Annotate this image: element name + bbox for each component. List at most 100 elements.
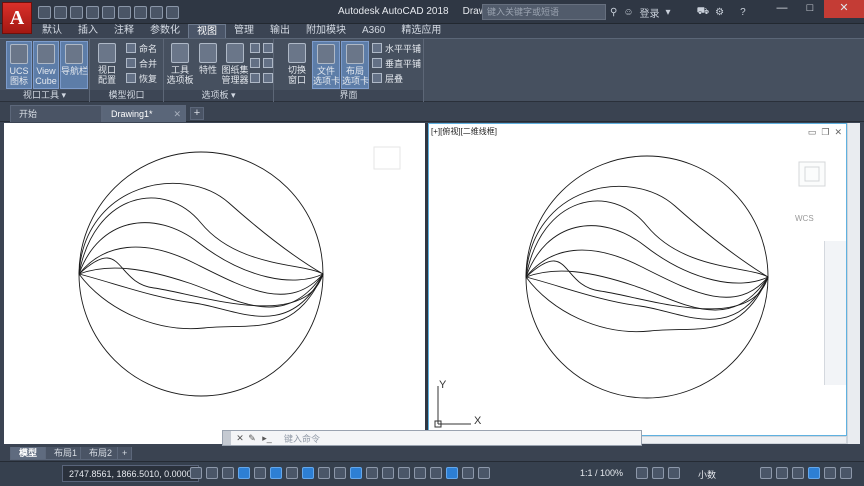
tab-featured-apps[interactable]: 精选应用 bbox=[393, 24, 449, 38]
command-wrench-icon[interactable]: ✎ bbox=[246, 433, 258, 444]
panel-title-viewport-tools[interactable]: 视口工具 ▾ bbox=[0, 90, 89, 101]
tile-vertical-button[interactable]: 垂直平铺 bbox=[372, 56, 421, 70]
coordinate-readout[interactable]: 2747.8561, 1866.5010, 0.0000 bbox=[62, 465, 199, 482]
close-tab-icon[interactable]: ✕ bbox=[173, 106, 181, 122]
units-selector[interactable]: 小数 bbox=[698, 468, 716, 481]
layout-tabs-button[interactable]: 布局 选项卡 bbox=[341, 41, 369, 89]
command-prompt-icon[interactable]: ▸_ bbox=[258, 433, 276, 444]
cascade-button[interactable]: 层叠 bbox=[372, 71, 403, 85]
tab-drawing1[interactable]: Drawing1* ✕ bbox=[102, 105, 186, 122]
transparency-icon[interactable] bbox=[350, 467, 362, 479]
quick-properties-icon[interactable] bbox=[760, 467, 772, 479]
tab-layout2[interactable]: 布局2 bbox=[80, 447, 122, 460]
vertical-scrollbar[interactable] bbox=[847, 123, 860, 444]
tab-output[interactable]: 输出 bbox=[262, 24, 298, 38]
add-layout-button[interactable]: + bbox=[117, 447, 133, 460]
selection-filter-icon[interactable] bbox=[414, 467, 426, 479]
lock-ui-icon[interactable] bbox=[776, 467, 788, 479]
palette-small-3[interactable] bbox=[250, 71, 273, 85]
maximize-button[interactable]: □ bbox=[796, 0, 824, 18]
tab-start[interactable]: 开始 bbox=[10, 105, 102, 122]
navigation-bar-button[interactable]: 导航栏 bbox=[60, 41, 88, 89]
join-viewports-button[interactable]: 合并 bbox=[126, 56, 157, 70]
binoculars-icon[interactable]: ⚲ bbox=[610, 7, 617, 18]
selection-cycling-icon[interactable] bbox=[366, 467, 378, 479]
auto-scale-icon[interactable] bbox=[462, 467, 474, 479]
clean-screen-icon[interactable] bbox=[824, 467, 836, 479]
search-input[interactable]: 键入关键字或短语 bbox=[482, 4, 606, 20]
viewport-config-button[interactable]: 视口 配置 bbox=[94, 41, 120, 89]
dynamic-ucs-icon[interactable] bbox=[398, 467, 410, 479]
tool-palettes-button[interactable]: 工具 选项板 bbox=[166, 41, 194, 89]
command-line[interactable]: ✕ ✎ ▸_ 键入命令 bbox=[222, 430, 642, 446]
lineweight-icon[interactable] bbox=[334, 467, 346, 479]
close-button[interactable]: ✕ bbox=[824, 0, 864, 18]
annotation-scale-icon[interactable] bbox=[478, 467, 490, 479]
viewcube-button[interactable]: View Cube bbox=[33, 41, 59, 89]
workspace-gear-icon[interactable] bbox=[636, 467, 648, 479]
tile-horizontal-button[interactable]: 水平平铺 bbox=[372, 41, 421, 55]
hardware-acceleration-icon[interactable] bbox=[808, 467, 820, 479]
panel-title-palettes[interactable]: 选项板 ▾ bbox=[164, 90, 273, 101]
cart-icon[interactable]: ⛟ bbox=[697, 6, 710, 19]
undo-icon[interactable] bbox=[118, 5, 131, 19]
annotation-visibility-icon[interactable] bbox=[446, 467, 458, 479]
object-snap-tracking-icon[interactable] bbox=[302, 467, 314, 479]
tab-view[interactable]: 视图 bbox=[188, 24, 226, 38]
annotation-scale[interactable]: 1:1 / 100% bbox=[580, 468, 623, 478]
ortho-icon[interactable] bbox=[254, 467, 266, 479]
minimize-button[interactable]: — bbox=[768, 0, 796, 18]
login-link[interactable]: 登录 bbox=[640, 5, 660, 20]
viewcube[interactable] bbox=[798, 161, 826, 187]
tab-default[interactable]: 默认 bbox=[34, 24, 70, 38]
tab-insert[interactable]: 插入 bbox=[70, 24, 106, 38]
file-tabs-button[interactable]: 文件 选项卡 bbox=[312, 41, 340, 89]
save-as-icon[interactable] bbox=[86, 5, 99, 19]
open-file-icon[interactable] bbox=[54, 5, 67, 19]
viewport-right-active[interactable]: [+][俯视][二维线框] ▭ ❐ ✕ Y X WCS bbox=[428, 123, 847, 436]
navigation-bar[interactable] bbox=[824, 241, 846, 385]
ucs-icon-button[interactable]: UCS 图标 bbox=[6, 41, 32, 89]
dynamic-input-icon[interactable] bbox=[238, 467, 250, 479]
save-icon[interactable] bbox=[70, 5, 83, 19]
infer-icon[interactable] bbox=[222, 467, 234, 479]
snap-icon[interactable] bbox=[206, 467, 218, 479]
command-input[interactable]: 键入命令 bbox=[284, 432, 320, 445]
tab-addins[interactable]: 附加模块 bbox=[298, 24, 354, 38]
command-close-icon[interactable]: ✕ bbox=[234, 433, 246, 444]
new-tab-button[interactable]: + bbox=[190, 107, 204, 120]
osnap-icon[interactable] bbox=[318, 467, 330, 479]
gizmo-icon[interactable] bbox=[430, 467, 442, 479]
polar-icon[interactable] bbox=[270, 467, 282, 479]
restore-viewports-button[interactable]: 恢复 bbox=[126, 71, 157, 85]
isolate-objects-icon[interactable] bbox=[792, 467, 804, 479]
tab-parametric[interactable]: 参数化 bbox=[142, 24, 188, 38]
help-icon[interactable]: ? bbox=[740, 7, 746, 18]
autodesk-app-icon[interactable]: ⚙ bbox=[715, 7, 724, 18]
grid-icon[interactable] bbox=[190, 467, 202, 479]
3d-osnap-icon[interactable] bbox=[382, 467, 394, 479]
command-grip-icon[interactable] bbox=[223, 431, 231, 445]
sheet-set-manager-button[interactable]: 图纸集 管理器 bbox=[220, 41, 250, 89]
application-menu-button[interactable]: A bbox=[2, 2, 32, 34]
login-dropdown-icon[interactable]: ▾ bbox=[666, 7, 671, 18]
tab-annotate[interactable]: 注释 bbox=[106, 24, 142, 38]
switch-windows-button[interactable]: 切换 窗口 bbox=[284, 41, 310, 89]
redo-icon[interactable] bbox=[134, 5, 147, 19]
share-icon[interactable] bbox=[150, 5, 163, 19]
named-viewports-button[interactable]: 命名 bbox=[126, 41, 157, 55]
isodraft-icon[interactable] bbox=[286, 467, 298, 479]
new-file-icon[interactable] bbox=[38, 5, 51, 19]
tab-model[interactable]: 模型 bbox=[10, 447, 47, 460]
qat-dropdown-icon[interactable] bbox=[166, 5, 179, 19]
tab-a360[interactable]: A360 bbox=[354, 24, 393, 38]
palette-small-2[interactable] bbox=[250, 56, 273, 70]
tab-manage[interactable]: 管理 bbox=[226, 24, 262, 38]
palette-small-1[interactable] bbox=[250, 41, 273, 55]
wcs-label[interactable]: WCS bbox=[795, 214, 814, 223]
customization-icon[interactable] bbox=[840, 467, 852, 479]
annotation-monitor-icon[interactable] bbox=[652, 467, 664, 479]
user-icon[interactable]: ☺ bbox=[623, 7, 633, 18]
properties-button[interactable]: 特性 bbox=[195, 41, 221, 89]
viewport-left[interactable] bbox=[4, 123, 425, 444]
